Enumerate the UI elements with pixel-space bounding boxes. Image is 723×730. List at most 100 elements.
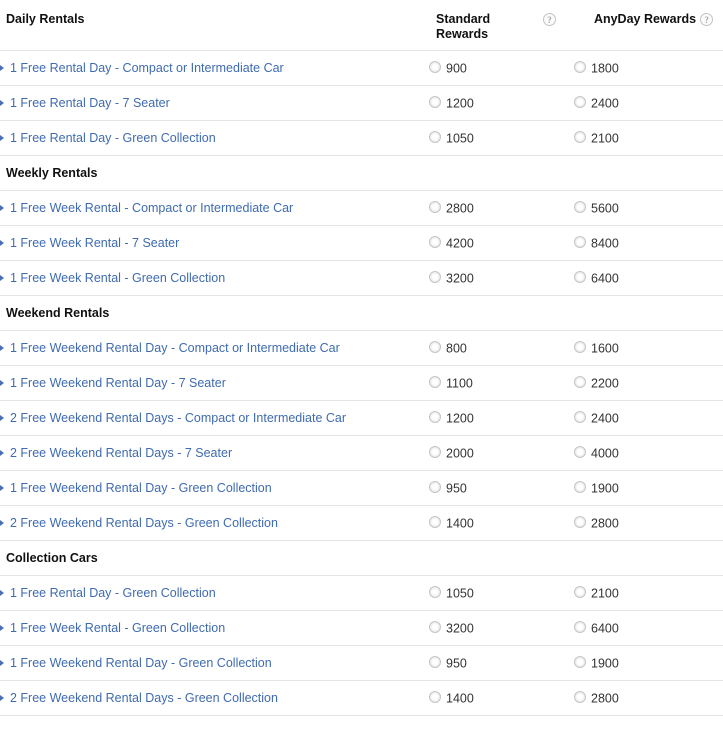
- anyday-rewards-radio[interactable]: [574, 516, 586, 529]
- anyday-rewards-radio[interactable]: [574, 411, 586, 424]
- anyday-rewards-cell: 8400: [574, 225, 723, 261]
- standard-rewards-radio[interactable]: [429, 621, 441, 634]
- table-row: 2 Free Weekend Rental Days - Green Colle…: [0, 680, 723, 716]
- expand-arrow-icon[interactable]: [0, 100, 4, 106]
- standard-rewards-radio[interactable]: [429, 376, 441, 389]
- table-row: 1 Free Weekend Rental Day - Green Collec…: [0, 645, 723, 681]
- reward-name-link[interactable]: 2 Free Weekend Rental Days - Green Colle…: [10, 691, 278, 705]
- anyday-rewards-help-icon[interactable]: ?: [700, 13, 714, 26]
- reward-name-link[interactable]: 1 Free Rental Day - Compact or Intermedi…: [10, 61, 284, 75]
- reward-name-link[interactable]: 2 Free Weekend Rental Days - 7 Seater: [10, 446, 232, 460]
- reward-name-link[interactable]: 1 Free Week Rental - Green Collection: [10, 621, 225, 635]
- anyday-rewards-radio[interactable]: [574, 621, 586, 634]
- reward-name-link[interactable]: 1 Free Rental Day - Green Collection: [10, 586, 216, 600]
- expand-arrow-icon[interactable]: [0, 660, 4, 666]
- expand-arrow-icon[interactable]: [0, 205, 4, 211]
- standard-rewards-cell: 1100: [429, 365, 574, 401]
- reward-name-cell: 1 Free Rental Day - Compact or Intermedi…: [0, 50, 429, 86]
- anyday-rewards-cell: 2100: [574, 120, 723, 156]
- table-header: Daily Rentals Standard Rewards ? AnyDay …: [0, 0, 723, 51]
- standard-rewards-points: 1050: [446, 586, 474, 601]
- standard-rewards-radio[interactable]: [429, 341, 441, 354]
- standard-rewards-radio[interactable]: [429, 61, 441, 74]
- reward-name-link[interactable]: 1 Free Week Rental - Compact or Intermed…: [10, 201, 293, 215]
- anyday-rewards-radio[interactable]: [574, 201, 586, 214]
- expand-arrow-icon[interactable]: [0, 415, 4, 421]
- reward-name-link[interactable]: 1 Free Week Rental - Green Collection: [10, 271, 225, 285]
- reward-name-link[interactable]: 2 Free Weekend Rental Days - Green Colle…: [10, 516, 278, 530]
- standard-rewards-points: 1050: [446, 131, 474, 146]
- anyday-rewards-radio[interactable]: [574, 446, 586, 459]
- reward-name-link[interactable]: 1 Free Rental Day - Green Collection: [10, 131, 216, 145]
- anyday-rewards-cell: 5600: [574, 190, 723, 226]
- anyday-rewards-radio[interactable]: [574, 481, 586, 494]
- anyday-rewards-radio[interactable]: [574, 271, 586, 284]
- standard-rewards-radio[interactable]: [429, 516, 441, 529]
- anyday-rewards-cell: 2400: [574, 85, 723, 121]
- standard-rewards-radio[interactable]: [429, 96, 441, 109]
- expand-arrow-icon[interactable]: [0, 380, 4, 386]
- reward-name-link[interactable]: 1 Free Weekend Rental Day - Compact or I…: [10, 341, 340, 355]
- expand-arrow-icon[interactable]: [0, 240, 4, 246]
- expand-arrow-icon[interactable]: [0, 275, 4, 281]
- reward-name-cell: 1 Free Weekend Rental Day - Compact or I…: [0, 330, 429, 366]
- expand-arrow-icon[interactable]: [0, 520, 4, 526]
- standard-rewards-points: 4200: [446, 236, 474, 251]
- anyday-rewards-cell: 1600: [574, 330, 723, 366]
- standard-rewards-radio[interactable]: [429, 691, 441, 704]
- reward-name-cell: 1 Free Week Rental - 7 Seater: [0, 225, 429, 261]
- anyday-rewards-radio[interactable]: [574, 236, 586, 249]
- anyday-rewards-radio[interactable]: [574, 131, 586, 144]
- section-header-row: Weekend Rentals: [0, 295, 723, 331]
- reward-name-link[interactable]: 2 Free Weekend Rental Days - Compact or …: [10, 411, 346, 425]
- standard-rewards-help-icon[interactable]: ?: [543, 13, 556, 26]
- reward-name-link[interactable]: 1 Free Week Rental - 7 Seater: [10, 236, 179, 250]
- standard-rewards-radio[interactable]: [429, 411, 441, 424]
- anyday-rewards-radio[interactable]: [574, 376, 586, 389]
- standard-rewards-radio[interactable]: [429, 586, 441, 599]
- reward-name-link[interactable]: 1 Free Weekend Rental Day - Green Collec…: [10, 656, 272, 670]
- standard-rewards-radio[interactable]: [429, 656, 441, 669]
- expand-arrow-icon[interactable]: [0, 65, 4, 71]
- reward-name-link[interactable]: 1 Free Weekend Rental Day - Green Collec…: [10, 481, 272, 495]
- standard-rewards-radio[interactable]: [429, 481, 441, 494]
- expand-arrow-icon[interactable]: [0, 485, 4, 491]
- standard-rewards-points: 950: [446, 481, 467, 496]
- standard-rewards-radio[interactable]: [429, 236, 441, 249]
- section-header-row: Collection Cars: [0, 540, 723, 576]
- anyday-rewards-radio[interactable]: [574, 691, 586, 704]
- standard-rewards-radio[interactable]: [429, 201, 441, 214]
- expand-arrow-icon[interactable]: [0, 345, 4, 351]
- anyday-rewards-points: 2100: [591, 131, 619, 146]
- reward-name-link[interactable]: 1 Free Weekend Rental Day - 7 Seater: [10, 376, 226, 390]
- anyday-rewards-radio[interactable]: [574, 586, 586, 599]
- expand-arrow-icon[interactable]: [0, 625, 4, 631]
- anyday-rewards-radio[interactable]: [574, 656, 586, 669]
- expand-arrow-icon[interactable]: [0, 695, 4, 701]
- anyday-rewards-radio[interactable]: [574, 96, 586, 109]
- header-cell-anyday-rewards: AnyDay Rewards?: [574, 0, 723, 51]
- section-title: Weekly Rentals: [6, 166, 98, 180]
- reward-name-cell: 1 Free Rental Day - Green Collection: [0, 575, 429, 611]
- anyday-rewards-points: 2800: [591, 691, 619, 706]
- standard-rewards-points: 1400: [446, 516, 474, 531]
- reward-name-link[interactable]: 1 Free Rental Day - 7 Seater: [10, 96, 170, 110]
- table-row: 1 Free Weekend Rental Day - Compact or I…: [0, 330, 723, 366]
- reward-name-cell: 1 Free Week Rental - Green Collection: [0, 610, 429, 646]
- anyday-rewards-radio[interactable]: [574, 61, 586, 74]
- standard-rewards-cell: 950: [429, 645, 574, 681]
- expand-arrow-icon[interactable]: [0, 590, 4, 596]
- expand-arrow-icon[interactable]: [0, 135, 4, 141]
- anyday-rewards-points: 5600: [591, 201, 619, 216]
- anyday-rewards-points: 2800: [591, 516, 619, 531]
- standard-rewards-cell: 2800: [429, 190, 574, 226]
- standard-rewards-radio[interactable]: [429, 131, 441, 144]
- anyday-rewards-cell: 2800: [574, 505, 723, 541]
- standard-rewards-radio[interactable]: [429, 446, 441, 459]
- expand-arrow-icon[interactable]: [0, 450, 4, 456]
- table-row: 1 Free Weekend Rental Day - 7 Seater 1100…: [0, 365, 723, 401]
- standard-rewards-radio[interactable]: [429, 271, 441, 284]
- anyday-rewards-points: 8400: [591, 236, 619, 251]
- section-title: Weekend Rentals: [6, 306, 110, 320]
- anyday-rewards-radio[interactable]: [574, 341, 586, 354]
